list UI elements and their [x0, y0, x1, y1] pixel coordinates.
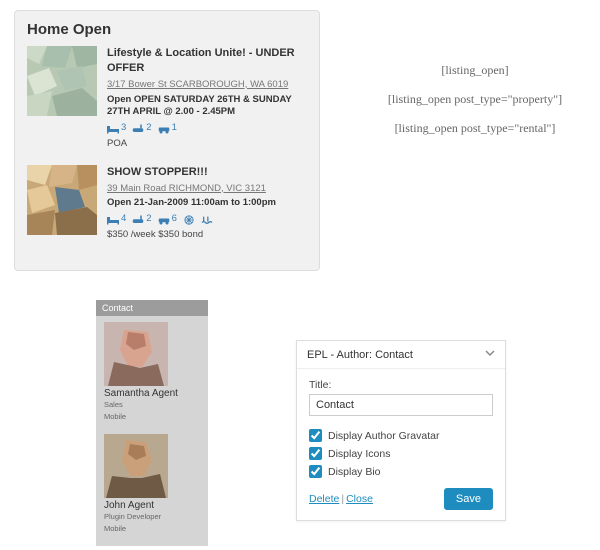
listing-item: Lifestyle & Location Unite! - UNDER OFFE…	[27, 46, 307, 151]
pool-icon	[201, 215, 213, 225]
listing-price: POA	[107, 138, 307, 151]
epl-widget-footer: Delete|Close Save	[309, 488, 493, 510]
listing-title[interactable]: Lifestyle & Location Unite! - UNDER OFFE…	[107, 46, 307, 76]
agent-avatar[interactable]	[104, 434, 168, 498]
shortcode-line: [listing_open post_type="rental"]	[380, 114, 570, 143]
listing-features: 3 2 1	[107, 122, 307, 135]
agent-role: Plugin Developer	[104, 512, 200, 523]
shortcode-line: [listing_open post_type="property"]	[380, 85, 570, 114]
car-icon: 1	[158, 122, 177, 135]
agent-phone: Mobile	[104, 412, 200, 423]
checkbox-input[interactable]	[309, 447, 322, 460]
listing-price: $350 /week $350 bond	[107, 229, 307, 242]
shortcode-examples: [listing_open] [listing_open post_type="…	[380, 56, 570, 142]
agent-name[interactable]: Samantha Agent	[104, 388, 200, 399]
bed-icon: 4	[107, 213, 126, 226]
agent-phone: Mobile	[104, 524, 200, 535]
bed-icon: 3	[107, 122, 126, 135]
bath-icon: 2	[132, 213, 151, 226]
checkbox-icons[interactable]: Display Icons	[309, 447, 493, 460]
home-open-panel: Home Open Lifestyle & Location Unite! - …	[14, 10, 320, 271]
listing-body: Lifestyle & Location Unite! - UNDER OFFE…	[107, 46, 307, 151]
listing-thumbnail[interactable]	[27, 165, 97, 235]
agent-role: Sales	[104, 400, 200, 411]
listing-address[interactable]: 39 Main Road RICHMOND, VIC 3121	[107, 183, 307, 196]
checkbox-gravatar[interactable]: Display Author Gravatar	[309, 429, 493, 442]
car-icon: 6	[158, 213, 177, 226]
listing-title[interactable]: SHOW STOPPER!!!	[107, 165, 307, 180]
listing-open-time: Open OPEN SATURDAY 26TH & SUNDAY 27TH AP…	[107, 94, 307, 120]
title-input[interactable]	[309, 394, 493, 416]
listing-features: 4 2 6	[107, 213, 307, 226]
home-open-title: Home Open	[27, 21, 307, 38]
epl-widget-title: EPL - Author: Contact	[307, 349, 413, 361]
save-button[interactable]: Save	[444, 488, 493, 510]
checkbox-input[interactable]	[309, 465, 322, 478]
widget-links: Delete|Close	[309, 493, 373, 505]
listing-thumbnail[interactable]	[27, 46, 97, 116]
epl-widget-body: Title: Display Author Gravatar Display I…	[297, 369, 505, 520]
agent-avatar[interactable]	[104, 322, 168, 386]
epl-widget-header[interactable]: EPL - Author: Contact	[297, 341, 505, 369]
checkbox-input[interactable]	[309, 429, 322, 442]
contact-widget-header: Contact	[96, 300, 208, 316]
agent-name[interactable]: John Agent	[104, 500, 200, 511]
contact-widget: Contact Samantha Agent Sales Mobile John…	[96, 300, 208, 546]
epl-author-widget-box: EPL - Author: Contact Title: Display Aut…	[296, 340, 506, 521]
close-link[interactable]: Close	[346, 493, 373, 505]
agent-card: John Agent Plugin Developer Mobile	[96, 428, 208, 540]
listing-body: SHOW STOPPER!!! 39 Main Road RICHMOND, V…	[107, 165, 307, 242]
aircon-icon	[183, 215, 195, 225]
title-label: Title:	[309, 379, 493, 391]
delete-link[interactable]: Delete	[309, 493, 339, 505]
shortcode-line: [listing_open]	[380, 56, 570, 85]
listing-item: SHOW STOPPER!!! 39 Main Road RICHMOND, V…	[27, 165, 307, 242]
checkbox-bio[interactable]: Display Bio	[309, 465, 493, 478]
caret-down-icon[interactable]	[485, 348, 495, 361]
bath-icon: 2	[132, 122, 151, 135]
listing-open-time: Open 21-Jan-2009 11:00am to 1:00pm	[107, 197, 307, 210]
agent-card: Samantha Agent Sales Mobile	[96, 316, 208, 428]
listing-address[interactable]: 3/17 Bower St SCARBOROUGH, WA 6019	[107, 79, 307, 92]
